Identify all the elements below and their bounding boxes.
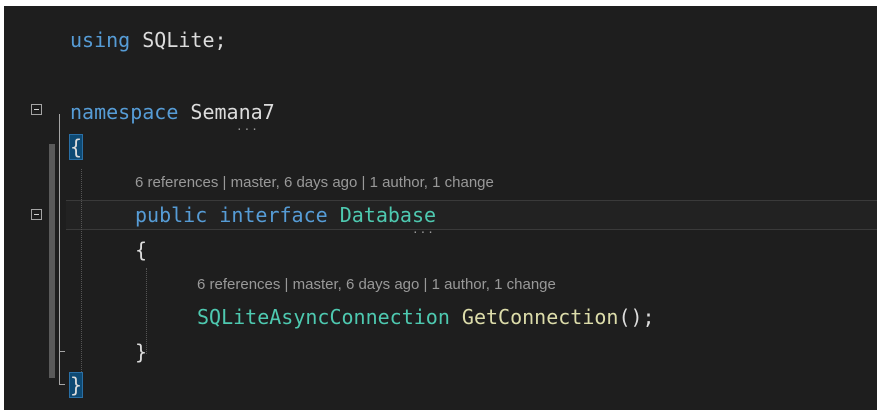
- brace-close: }: [68, 372, 84, 398]
- outline-tick-namespace-end: [59, 384, 65, 385]
- code-line-inner-open-brace[interactable]: {: [135, 238, 877, 262]
- code-line-interface[interactable]: public interface Database: [135, 203, 877, 227]
- code-line-using[interactable]: using SQLite;: [70, 28, 877, 52]
- code-line-method[interactable]: SQLiteAsyncConnection GetConnection();: [197, 305, 877, 329]
- suggestion-dots: [412, 228, 435, 237]
- method-name: GetConnection: [461, 305, 619, 329]
- code-line-close-brace[interactable]: }: [68, 372, 877, 398]
- codelens-interface[interactable]: 6 references | master, 6 days ago | 1 au…: [135, 174, 494, 191]
- brace-open: {: [68, 134, 84, 160]
- code-editor[interactable]: using SQLite; namespace Semana7 { 6 refe…: [0, 0, 877, 419]
- keyword-using: using: [70, 28, 131, 52]
- indent-guide: [81, 169, 82, 374]
- namespace-name: Semana7: [190, 100, 275, 124]
- brace-close-inner: }: [135, 340, 148, 364]
- brace-open-inner: {: [135, 238, 148, 262]
- semicolon: ;: [214, 28, 227, 52]
- outline-tick-interface-end: [59, 351, 65, 352]
- change-indicator-bar: [49, 144, 55, 378]
- keyword-namespace: namespace: [70, 100, 179, 124]
- keyword-interface: interface: [219, 203, 328, 227]
- namespace-ref: SQLite: [142, 28, 215, 52]
- code-area[interactable]: using SQLite; namespace Semana7 { 6 refe…: [4, 6, 877, 410]
- code-line-inner-close-brace[interactable]: }: [135, 340, 877, 364]
- keyword-public: public: [135, 203, 208, 227]
- code-line-namespace[interactable]: namespace Semana7: [70, 100, 877, 124]
- return-type: SQLiteAsyncConnection: [197, 305, 450, 329]
- collapse-icon[interactable]: [31, 104, 42, 115]
- method-parens: ();: [618, 305, 655, 329]
- suggestion-dots: [236, 125, 259, 134]
- codelens-method[interactable]: 6 references | master, 6 days ago | 1 au…: [197, 276, 556, 293]
- code-line-open-brace[interactable]: {: [68, 134, 877, 160]
- collapse-icon[interactable]: [31, 209, 42, 220]
- outline-line-namespace: [59, 114, 60, 384]
